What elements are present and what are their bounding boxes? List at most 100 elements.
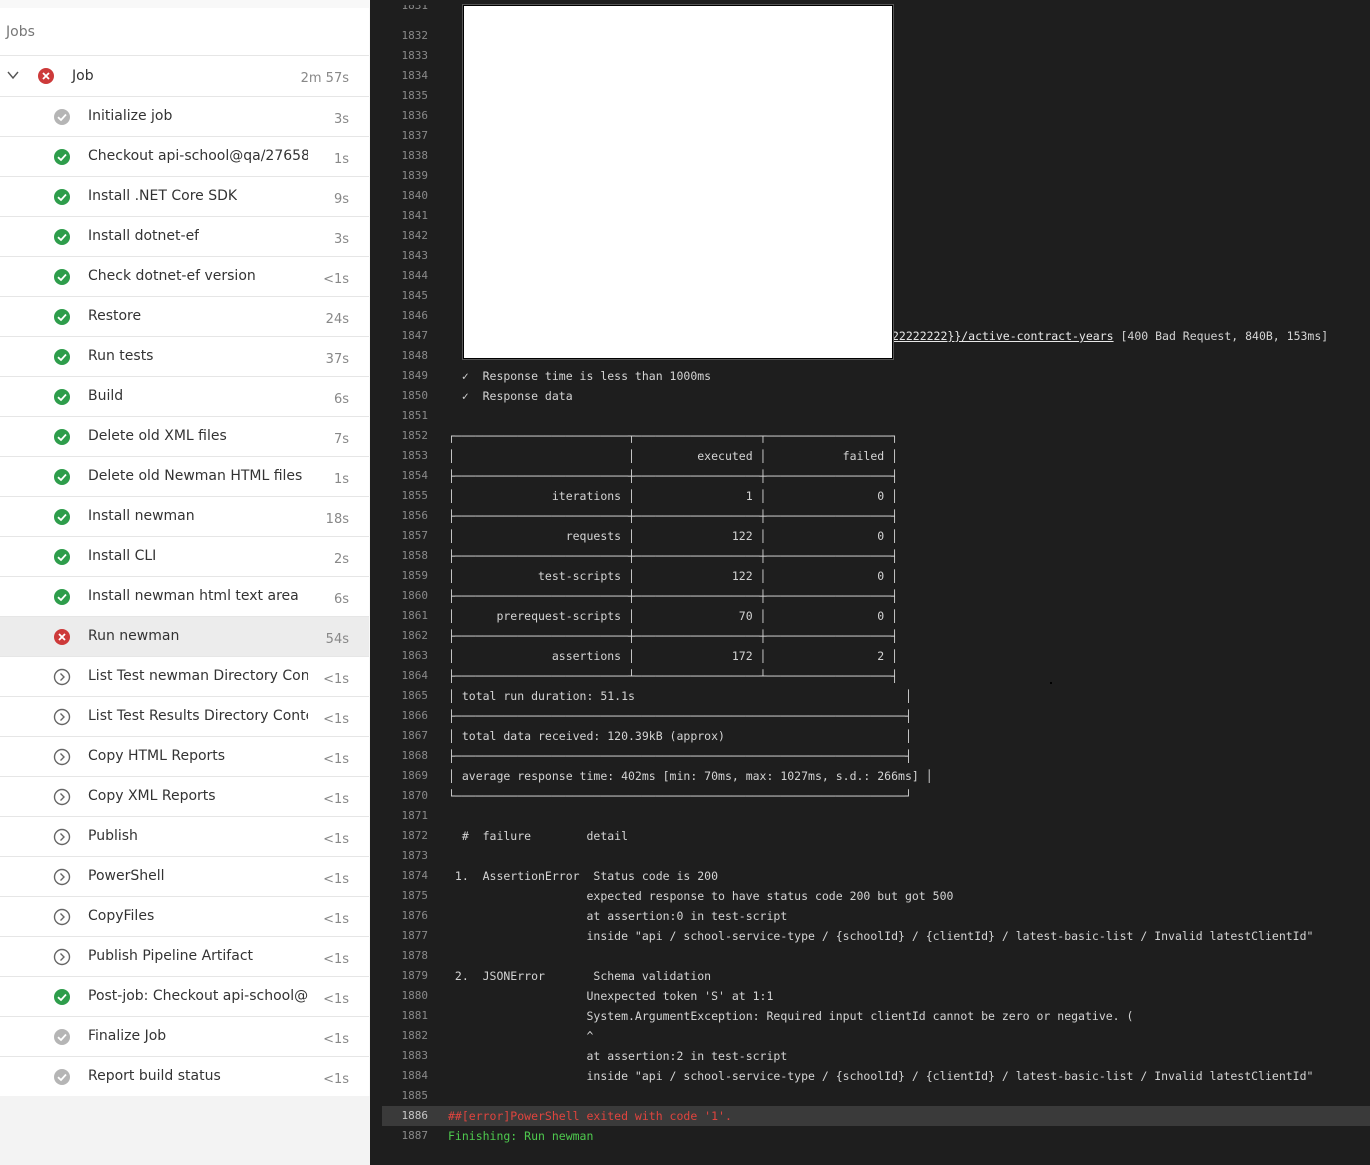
line-number: 1841 xyxy=(401,209,429,222)
step-row[interactable]: Copy HTML Reports <1s xyxy=(0,737,369,777)
step-row[interactable]: Check dotnet-ef version <1s xyxy=(0,257,369,297)
log-line: 1876 at assertion:0 in test-script xyxy=(370,906,1370,926)
skipped-chevron-icon xyxy=(53,708,71,726)
line-text: # failure detail xyxy=(448,829,629,843)
jobs-sidebar: Jobs Job 2m 57s Initialize job 3s Checkout… xyxy=(0,0,370,1165)
request-url-link[interactable]: 22222222}}/active-contract-years xyxy=(892,329,1114,343)
log-line: 1859 │ test-scripts │ 122 │ 0 │ xyxy=(370,566,1370,586)
failed-x-icon xyxy=(53,628,71,646)
step-row[interactable]: Install newman html text area 6s xyxy=(0,577,369,617)
sidebar-footer-space xyxy=(0,1096,370,1165)
step-label: Publish xyxy=(88,828,138,844)
step-label: List Test Results Directory Conte... xyxy=(88,708,308,724)
step-duration: 3s xyxy=(333,232,349,247)
log-line: 1879 2. JSONError Schema validation xyxy=(370,966,1370,986)
step-label: Check dotnet-ef version xyxy=(88,268,256,284)
skipped-chevron-icon xyxy=(53,948,71,966)
line-text: ✓ Response data xyxy=(448,389,573,403)
job-duration: 2m 57s xyxy=(300,71,349,86)
step-duration: 9s xyxy=(333,192,349,207)
step-label: Report build status xyxy=(88,1068,221,1084)
line-number: 1854 xyxy=(401,469,429,482)
step-label: Copy XML Reports xyxy=(88,788,216,804)
step-label: Install newman html text area xyxy=(88,588,299,604)
step-row[interactable]: Run newman 54s xyxy=(0,617,369,657)
line-number: 1882 xyxy=(401,1029,429,1042)
step-duration: <1s xyxy=(323,712,349,727)
log-line: 1860 ├─────────────────────────┼─────────… xyxy=(370,586,1370,606)
skipped-chevron-icon xyxy=(53,748,71,766)
step-row[interactable]: List Test Results Directory Conte... <1s xyxy=(0,697,369,737)
step-row[interactable]: Finalize Job <1s xyxy=(0,1017,369,1057)
step-label: Build xyxy=(88,388,124,404)
step-row[interactable]: Initialize job 3s xyxy=(0,97,369,137)
step-row[interactable]: Report build status <1s xyxy=(0,1057,369,1097)
step-row[interactable]: PowerShell <1s xyxy=(0,857,369,897)
step-duration: 54s xyxy=(325,632,349,647)
log-line: 1861 │ prerequest-scripts │ 70 │ 0 │ xyxy=(370,606,1370,626)
line-number: 1832 xyxy=(401,29,429,42)
line-text: │ iterations │ 1 │ 0 │ xyxy=(448,489,899,503)
log-line: 1880 Unexpected token 'S' at 1:1 xyxy=(370,986,1370,1006)
jobs-header: Jobs xyxy=(0,8,369,56)
chevron-down-icon[interactable] xyxy=(6,68,20,82)
step-label: Finalize Job xyxy=(88,1028,167,1044)
line-number: 1863 xyxy=(401,649,429,662)
line-number: 1878 xyxy=(401,949,429,962)
step-row[interactable]: Install CLI 2s xyxy=(0,537,369,577)
line-number: 1884 xyxy=(401,1069,429,1082)
step-row[interactable]: Checkout api-school@qa/27658-... 1s xyxy=(0,137,369,177)
step-row[interactable]: Publish Pipeline Artifact <1s xyxy=(0,937,369,977)
line-number: 1872 xyxy=(401,829,429,842)
line-text: ├─────────────────────────┼─────────────… xyxy=(448,469,899,483)
step-row[interactable]: Build 6s xyxy=(0,377,369,417)
step-row[interactable]: Publish <1s xyxy=(0,817,369,857)
line-number: 1849 xyxy=(401,369,429,382)
log-line: 1870 └───────────────────────────────────… xyxy=(370,786,1370,806)
line-text: ✓ Response time is less than 1000ms xyxy=(448,369,712,383)
line-number: 1875 xyxy=(401,889,429,902)
line-text: ├─────────────────────────┼─────────────… xyxy=(448,629,899,643)
step-row[interactable]: CopyFiles <1s xyxy=(0,897,369,937)
log-line: 1883 at assertion:2 in test-script xyxy=(370,1046,1370,1066)
line-number: 1856 xyxy=(401,509,429,522)
line-number: 1846 xyxy=(401,309,429,322)
step-row[interactable]: Delete old XML files 7s xyxy=(0,417,369,457)
step-duration: 1s xyxy=(333,472,349,487)
line-number: 1851 xyxy=(401,409,429,422)
step-row[interactable]: Copy XML Reports <1s xyxy=(0,777,369,817)
step-label: Install dotnet-ef xyxy=(88,228,200,244)
success-check-icon xyxy=(53,548,71,566)
step-duration: <1s xyxy=(323,1032,349,1047)
gray-check-icon xyxy=(53,1028,71,1046)
step-duration: <1s xyxy=(323,872,349,887)
job-row[interactable]: Job 2m 57s xyxy=(0,56,369,97)
step-row[interactable]: Restore 24s xyxy=(0,297,369,337)
step-row[interactable]: Delete old Newman HTML files 1s xyxy=(0,457,369,497)
redacted-overlay xyxy=(463,5,893,359)
success-check-icon xyxy=(53,228,71,246)
step-label: PowerShell xyxy=(88,868,165,884)
log-line: 1852 ┌─────────────────────────┬─────────… xyxy=(370,426,1370,446)
step-row[interactable]: Install dotnet-ef 3s xyxy=(0,217,369,257)
step-row[interactable]: List Test newman Directory Cont... <1s xyxy=(0,657,369,697)
step-row[interactable]: Post-job: Checkout api-school@... <1s xyxy=(0,977,369,1017)
log-line: 1851 xyxy=(370,406,1370,426)
log-line: 1864 ├─────────────────────────┴─────────… xyxy=(370,666,1370,686)
line-number: 1855 xyxy=(401,489,429,502)
step-row[interactable]: Run tests 37s xyxy=(0,337,369,377)
line-text: │ test-scripts │ 122 │ 0 │ xyxy=(448,569,899,583)
log-line: 1871 xyxy=(370,806,1370,826)
success-check-icon xyxy=(53,268,71,286)
line-number: 1836 xyxy=(401,109,429,122)
line-text: ├─────────────────────────┴─────────────… xyxy=(448,669,899,683)
step-row[interactable]: Install .NET Core SDK 9s xyxy=(0,177,369,217)
line-text: Finishing: Run newman xyxy=(448,1129,594,1143)
line-number: 1881 xyxy=(401,1009,429,1022)
success-check-icon xyxy=(53,348,71,366)
line-text: inside "api / school-service-type / {sch… xyxy=(448,929,1314,943)
line-number: 1843 xyxy=(401,249,429,262)
step-row[interactable]: Install newman 18s xyxy=(0,497,369,537)
step-label: List Test newman Directory Cont... xyxy=(88,668,308,684)
line-number: 1883 xyxy=(401,1049,429,1062)
